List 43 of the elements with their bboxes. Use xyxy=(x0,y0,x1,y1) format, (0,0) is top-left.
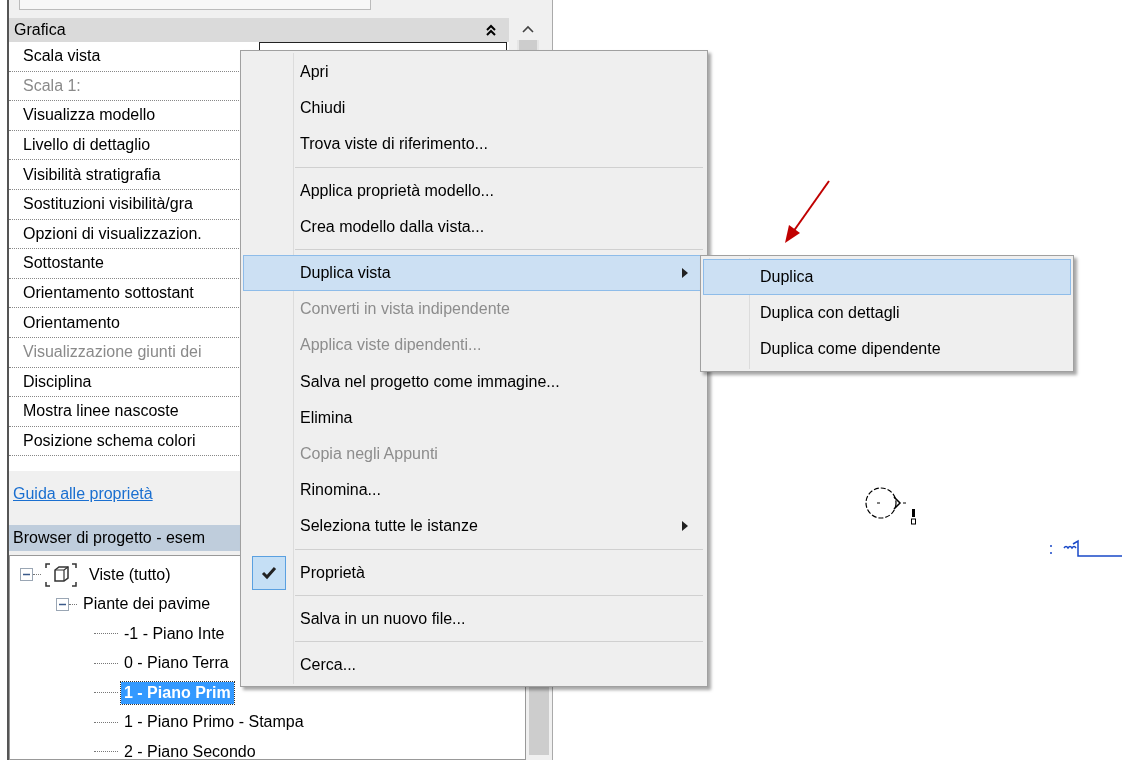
menu-item[interactable]: Duplica xyxy=(703,259,1071,296)
tree-item[interactable]: 0 - Piano Terra xyxy=(121,652,232,675)
property-label: Scala 1: xyxy=(23,76,81,95)
menu-item[interactable]: Salva nel progetto come immagine... xyxy=(243,363,705,400)
property-label: Scala vista xyxy=(23,47,101,66)
property-label: Sottostante xyxy=(23,254,104,273)
tree-item[interactable]: Viste (tutto) xyxy=(86,563,174,586)
section-title: Grafica xyxy=(14,21,66,39)
view-icon xyxy=(44,561,78,588)
property-label: Posizione schema colori xyxy=(23,432,196,450)
property-label: Visualizzazione giunti dei xyxy=(23,343,202,362)
property-label: Sostituzioni visibilità/gra xyxy=(23,195,193,214)
tree-item[interactable]: 1 - Piano Primo - Stampa xyxy=(121,711,307,734)
property-label: Livello di dettaglio xyxy=(23,136,151,155)
property-label: Visualizza modello xyxy=(23,106,156,125)
menu-item[interactable]: Trova viste di riferimento... xyxy=(243,126,705,163)
section-header[interactable]: Grafica xyxy=(9,18,509,42)
property-label: Disciplina xyxy=(23,372,92,391)
collapse-icon[interactable] xyxy=(20,568,33,582)
menu-item[interactable]: Elimina xyxy=(243,399,705,436)
menu-item[interactable]: Rinomina... xyxy=(243,472,705,509)
menu-item[interactable]: Salva in un nuovo file... xyxy=(243,600,705,637)
tree-item[interactable]: 2 - Piano Secondo xyxy=(121,740,259,760)
menu-item[interactable]: Duplica come dipendente xyxy=(703,331,1071,368)
property-label: Orientamento xyxy=(23,313,120,332)
property-label: Opzioni di visualizzazion. xyxy=(23,224,202,243)
collapse-icon[interactable] xyxy=(485,23,497,37)
property-label: Mostra linee nascoste xyxy=(23,402,179,421)
collapse-icon[interactable] xyxy=(56,597,69,611)
help-link[interactable]: Guida alle proprietà xyxy=(13,485,153,503)
property-label: Orientamento sottostant xyxy=(23,284,194,303)
property-label: Visibilità stratigrafia xyxy=(23,165,161,184)
menu-item[interactable]: Cerca... xyxy=(243,646,705,683)
menu-item[interactable]: Chiudi xyxy=(243,90,705,127)
menu-item[interactable]: Apri xyxy=(243,54,705,91)
tree-item[interactable]: -1 - Piano Inte xyxy=(121,622,228,645)
menu-item[interactable]: Applica proprietà modello... xyxy=(243,172,705,209)
submenu-arrow-icon xyxy=(682,521,688,532)
menu-item[interactable]: Proprietà xyxy=(243,554,705,591)
submenu-arrow-icon xyxy=(682,268,688,279)
menu-item[interactable]: Duplica con dettagli xyxy=(703,295,1071,332)
tree-item[interactable]: Piante dei pavime xyxy=(80,593,214,616)
menu-item[interactable]: Crea modello dalla vista... xyxy=(243,208,705,245)
